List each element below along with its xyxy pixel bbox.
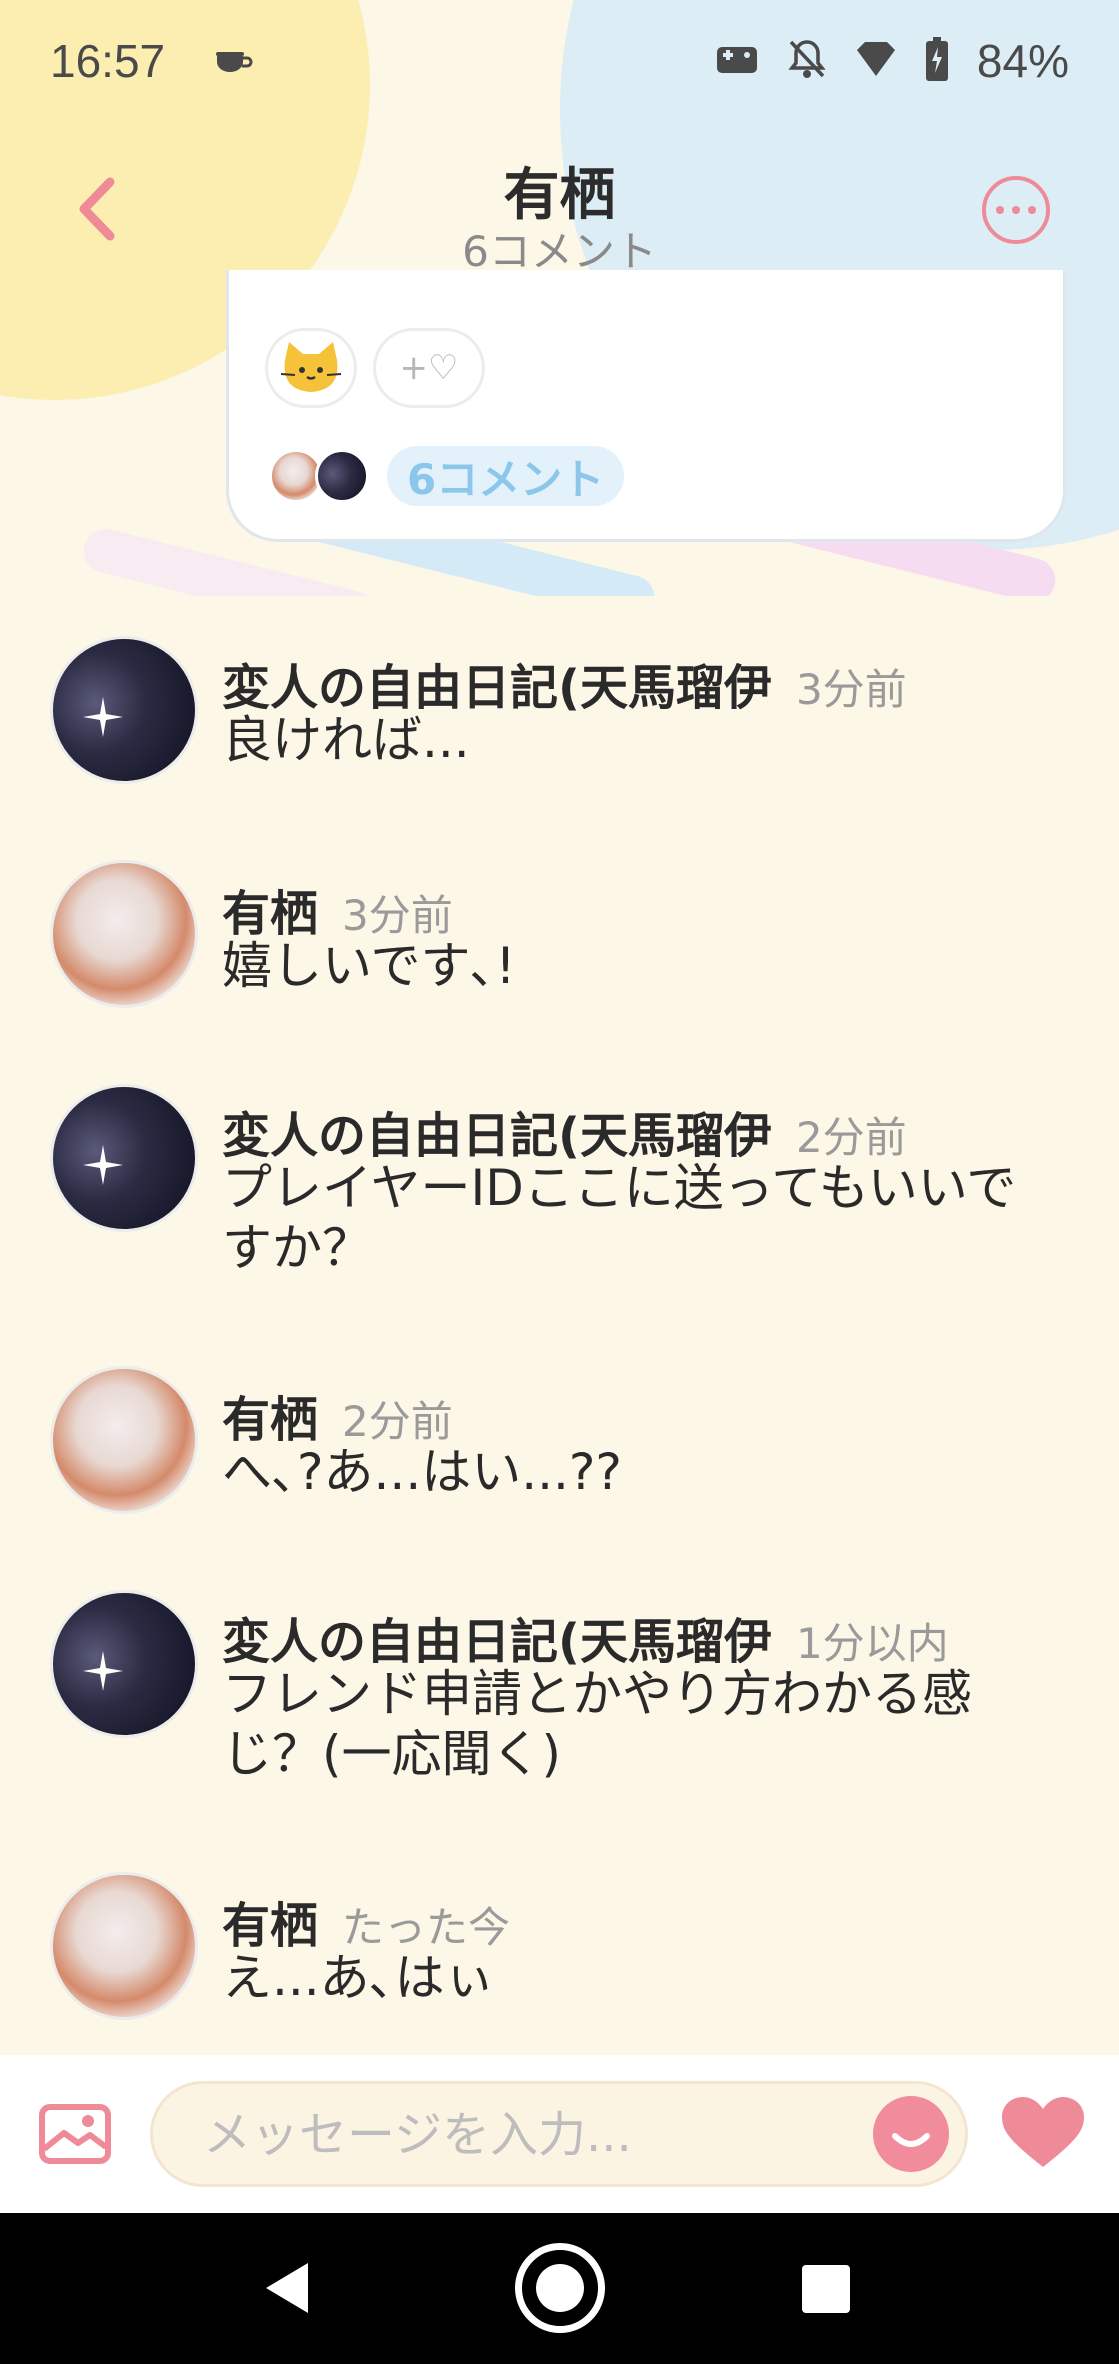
author-name: 変人の自由日記(天馬瑠伊 xyxy=(222,1108,772,1164)
comment-time: 2分前 xyxy=(342,1397,453,1446)
comment-author[interactable]: 変人の自由日記(天馬瑠伊 3分前 xyxy=(222,648,907,718)
avatar[interactable] xyxy=(50,860,198,1008)
message-input-bar xyxy=(0,2055,1119,2213)
comment-author[interactable]: 変人の自由日記(天馬瑠伊 2分前 xyxy=(222,1096,907,1166)
author-name: 有栖 xyxy=(222,886,319,942)
author-name: 有栖 xyxy=(222,1392,319,1448)
nav-home-button[interactable] xyxy=(515,2243,605,2333)
sparkle-icon xyxy=(83,1651,123,1691)
comment-author[interactable]: 有栖 たった今 xyxy=(222,1886,510,1956)
status-bar: 16:57 84% xyxy=(0,0,1119,128)
author-name: 有栖 xyxy=(222,1898,319,1954)
bell-off-icon xyxy=(787,38,827,84)
reaction-cat-button[interactable] xyxy=(265,328,357,408)
more-button[interactable] xyxy=(982,176,1050,244)
more-icon-dot xyxy=(1012,206,1020,214)
comment-author[interactable]: 有栖 3分前 xyxy=(222,874,453,944)
author-name: 変人の自由日記(天馬瑠伊 xyxy=(222,660,772,716)
avatar xyxy=(315,449,369,503)
post-card: +♡ 6コメント xyxy=(226,270,1066,542)
like-button[interactable] xyxy=(1000,2095,1086,2173)
comment-time: たった今 xyxy=(342,1903,511,1952)
comment-text: 嬉しいです､! xyxy=(222,937,516,995)
system-nav-bar xyxy=(0,2213,1119,2364)
comment-time: 2分前 xyxy=(795,1113,907,1162)
comment-time: 3分前 xyxy=(795,665,907,714)
smile-icon xyxy=(892,2133,930,2147)
more-icon-dot xyxy=(1028,206,1036,214)
battery-icon xyxy=(925,37,949,85)
image-icon xyxy=(39,2104,111,2164)
add-reaction-button[interactable]: +♡ xyxy=(373,328,485,408)
emoji-button[interactable] xyxy=(873,2096,949,2172)
heart-icon xyxy=(1002,2097,1084,2167)
more-icon xyxy=(996,206,1004,214)
message-field xyxy=(150,2081,968,2187)
avatar[interactable] xyxy=(50,636,198,784)
add-reaction-label: +♡ xyxy=(399,348,459,388)
comment-text: プレイヤーIDここに送ってもいいですか？ xyxy=(222,1159,1017,1277)
battery-level: 84% xyxy=(976,35,1069,87)
comment-time: 1分以内 xyxy=(795,1619,949,1668)
image-button[interactable] xyxy=(38,2103,112,2169)
comment-author[interactable]: 変人の自由日記(天馬瑠伊 1分以内 xyxy=(222,1602,949,1672)
nav-recents-button[interactable] xyxy=(802,2265,850,2313)
comment-author[interactable]: 有栖 2分前 xyxy=(222,1380,453,1450)
comment-text: へ､?あ...はい...?? xyxy=(222,1443,622,1501)
sparkle-icon xyxy=(83,697,123,737)
commenters[interactable]: 6コメント xyxy=(269,446,625,506)
triangle-back-icon xyxy=(266,2263,308,2313)
status-icons: 84% xyxy=(715,34,1069,88)
author-name: 変人の自由日記(天馬瑠伊 xyxy=(222,1614,772,1670)
home-icon xyxy=(536,2264,584,2312)
gamepad-icon xyxy=(715,41,759,81)
avatar[interactable] xyxy=(50,1366,198,1514)
comment-text: え...あ､はぃ xyxy=(222,1949,495,2007)
avatar[interactable] xyxy=(50,1872,198,2020)
cat-icon xyxy=(280,342,342,392)
comment-text: フレンド申請とかやり方わかる感じ？(一応聞く) xyxy=(222,1665,972,1783)
comment-count-badge[interactable]: 6コメント xyxy=(387,446,625,506)
avatar[interactable] xyxy=(50,1590,198,1738)
comment-text: 良ければ... xyxy=(222,711,470,769)
signal-icon xyxy=(855,40,897,82)
status-time: 16:57 xyxy=(50,35,166,87)
nav-back-button[interactable] xyxy=(262,2259,312,2321)
message-input[interactable] xyxy=(201,2084,805,2186)
sparkle-icon xyxy=(83,1145,123,1185)
comment-time: 3分前 xyxy=(342,891,453,940)
avatar[interactable] xyxy=(50,1084,198,1232)
coffee-icon xyxy=(214,48,254,82)
